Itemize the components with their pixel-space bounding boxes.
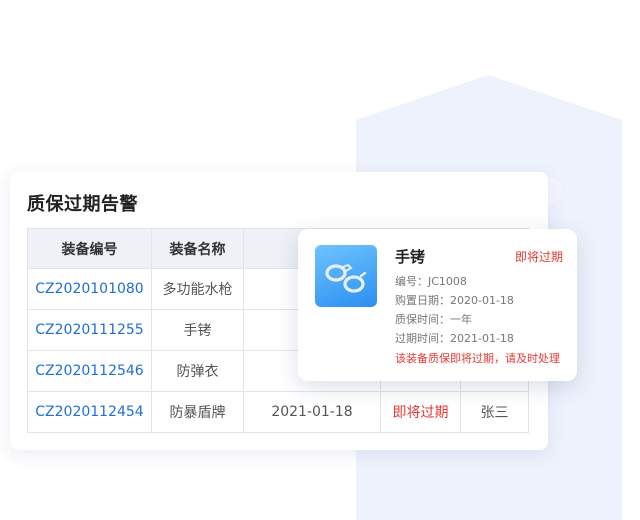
purchase-date-line: 购置日期：2020-01-18 <box>395 294 514 307</box>
equipment-code-link[interactable]: CZ2020101080 <box>27 268 152 310</box>
equipment-code-line: 编号：JC1008 <box>395 275 467 288</box>
equipment-code-link[interactable]: CZ2020112546 <box>27 350 152 392</box>
equipment-name: 多功能水枪 <box>151 268 244 310</box>
equipment-name: 手铐 <box>151 309 244 351</box>
expiry-date-line: 过期时间：2021-01-18 <box>395 332 514 345</box>
expiry-notice: 该装备质保即将过期，请及时处理 <box>395 352 560 365</box>
warranty-period-line: 质保时间：一年 <box>395 313 472 326</box>
col-equipment-name: 装备名称 <box>151 228 244 269</box>
status-cell: 即将过期 <box>380 391 461 433</box>
equipment-detail-card: 手铐 即将过期 编号：JC1008 购置日期：2020-01-18 质保时间：一… <box>298 229 577 381</box>
person-cell: 张三 <box>460 391 529 433</box>
equipment-code-link[interactable]: CZ2020111255 <box>27 309 152 351</box>
handcuffs-icon <box>315 245 377 307</box>
col-equipment-code: 装备编号 <box>27 228 152 269</box>
expiry-date: 2021-01-18 <box>243 391 381 433</box>
status-badge: 即将过期 <box>514 250 563 264</box>
equipment-name: 防弹衣 <box>151 350 244 392</box>
table-row[interactable]: CZ2020112454 防暴盾牌 2021-01-18 即将过期 张三 <box>27 391 529 433</box>
panel-title: 质保过期告警 <box>27 194 138 215</box>
equipment-code-link[interactable]: CZ2020112454 <box>27 391 152 433</box>
equipment-name-title: 手铐 <box>395 248 426 266</box>
equipment-name: 防暴盾牌 <box>151 391 244 433</box>
